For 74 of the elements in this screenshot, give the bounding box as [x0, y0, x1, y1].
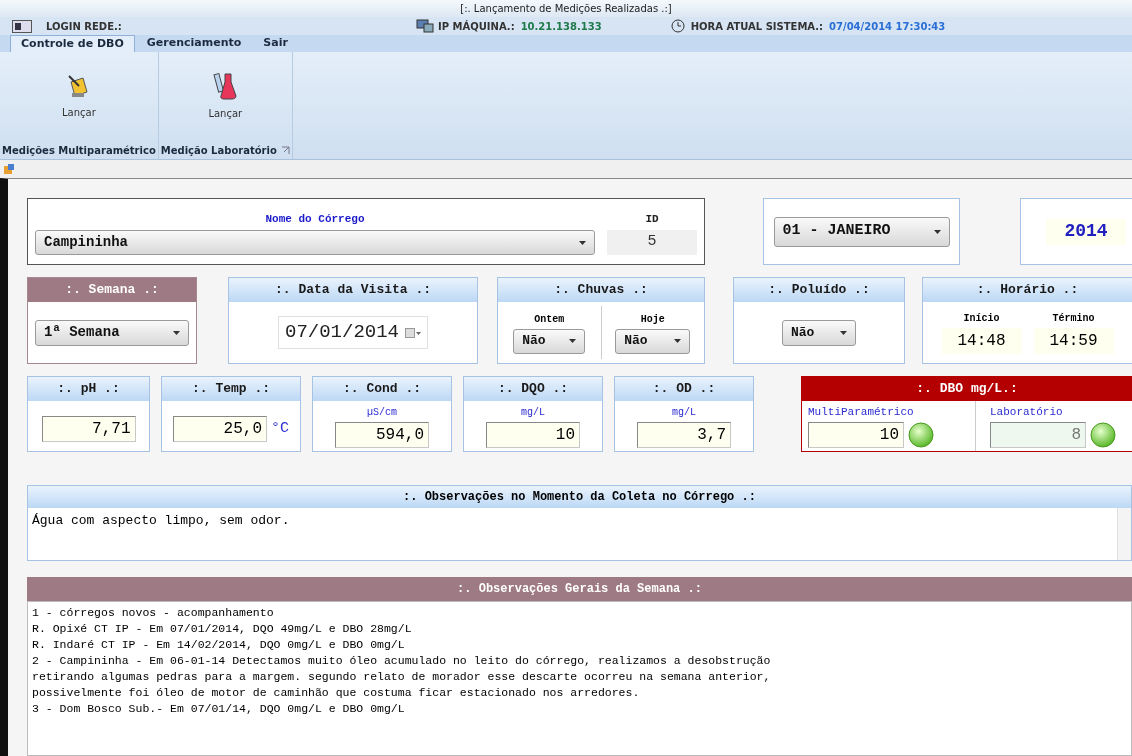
end-label: Término [1052, 312, 1095, 326]
dropdown-caret-icon [933, 229, 941, 234]
pencil-cup-icon [66, 73, 91, 99]
polluted-dropdown[interactable]: Não [782, 319, 856, 346]
laboratory-label: Laboratório [990, 404, 1064, 420]
panel-header: :. Chuvas .: [498, 278, 704, 302]
panel-header: :. Poluído .: [734, 278, 904, 302]
end-time-field[interactable]: 14:59 [1033, 328, 1114, 354]
computer-icon [416, 19, 434, 33]
ribbon-group-label: Medições Multiparamétrico [2, 143, 156, 158]
login-label: LOGIN REDE.: [46, 19, 123, 34]
id-label: ID [645, 211, 659, 227]
clock-icon [670, 19, 685, 33]
dropdown-caret-icon [840, 330, 847, 335]
unit-label: mg/L [672, 405, 696, 420]
dialog-launcher-icon[interactable] [280, 145, 290, 155]
year-field[interactable]: 2014 [1046, 218, 1126, 245]
today-rain-dropdown[interactable]: Não [615, 328, 691, 354]
ribbon-tab[interactable]: Gerenciamento [136, 35, 252, 52]
panel-header: :. Observações no Momento da Coleta no Córrego .: [28, 486, 1131, 508]
unit-label: °C [271, 418, 289, 439]
today-label: Hoje [640, 312, 665, 327]
measure-field[interactable]: 594,0 [335, 421, 429, 448]
panel-header: :. pH .: [28, 377, 149, 401]
dropdown-caret-icon [579, 240, 586, 245]
panel-header: :. DQO .: [464, 377, 602, 401]
panel-header: :. Temp .: [162, 377, 300, 401]
time-value: 07/04/2014 17:30:43 [829, 19, 946, 34]
dropdown-caret-icon [173, 330, 180, 335]
start-time-field[interactable]: 14:48 [941, 328, 1022, 354]
measure-field[interactable]: 10 [486, 421, 580, 448]
panel-header: :. DBO mg/L.: [802, 377, 1132, 401]
window-title: [:. Lançamento de Medições Realizadas .:] [0, 0, 1132, 17]
measure-field[interactable]: 3,7 [637, 421, 731, 448]
yesterday-rain-dropdown[interactable]: Não [513, 328, 586, 354]
observations-textarea[interactable]: Água com aspecto limpo, sem odor. [28, 508, 1117, 560]
start-label: Início [963, 312, 1000, 326]
ribbon-tab[interactable]: Controle de DBO [10, 35, 135, 52]
status-light-icon [908, 422, 934, 449]
id-field: 5 [607, 230, 697, 255]
ip-label: IP MÁQUINA.: [438, 19, 515, 34]
yesterday-label: Ontem [534, 312, 565, 327]
panel-header: :. OD .: [615, 377, 753, 401]
week-dropdown[interactable]: 1ª Semana [35, 319, 189, 346]
multiparameter-label: MultiParamétrico [808, 404, 915, 420]
form-icon [3, 163, 15, 175]
panel-header: :. Semana .: [28, 278, 196, 302]
panel-header: :. Data da Visita .: [229, 278, 477, 302]
launch-button[interactable]: Lançar [0, 52, 158, 141]
date-picker[interactable]: 07/01/2014 [278, 316, 428, 349]
scrollbar[interactable] [1117, 508, 1131, 560]
dropdown-caret-icon [674, 339, 682, 343]
panel-header: :. Observações Gerais da Semana .: [27, 577, 1132, 601]
panel-header: :. Horário .: [923, 278, 1132, 302]
ip-value: 10.21.138.133 [520, 19, 603, 34]
calendar-dropdown-icon [405, 327, 421, 338]
ribbon-group-label: Medição Laboratório [160, 143, 277, 158]
panel-header: :. Cond .: [313, 377, 451, 401]
ribbon-tab[interactable]: Sair [253, 35, 298, 52]
stream-dropdown[interactable]: Campininha [35, 230, 595, 255]
measure-field[interactable]: 25,0 [173, 416, 267, 442]
status-light-icon [1090, 422, 1116, 449]
notes-textarea[interactable]: 1 - córregos novos - acompanhamento R. Opixé CT IP - Em 07/01/2014, DQO 49mg/L e DBO 28mg/L R. Indaré CT IP - Em 14/02/2014, DQO 0mg/L e DBO 0mg/L 2 - Campininha - Em 06-01-14 Detectamos muito óleo acumulado no leito do córrego, realizamos a desobstrução retirando algumas pedras para a margem. segundo relato de morador esse descarte ocorreu na semana anterior, possivelmente foi óleo de motor de caminhão que costuma ficar estacionado nos arredores. 3 - Dom Bosco Sub.- Em 07/01/14, DQO 0mg/L e DBO 0mg/L [27, 601, 1132, 756]
flask-icon [213, 72, 238, 100]
launch-button[interactable]: Lançar [158, 52, 292, 141]
multiparameter-field[interactable]: 10 [808, 422, 904, 449]
month-dropdown[interactable]: 01 - JANEIRO [773, 216, 950, 247]
unit-label: µS/cm [367, 405, 397, 420]
measure-field[interactable]: 7,71 [41, 416, 136, 442]
dropdown-caret-icon [569, 339, 577, 343]
unit-label: mg/L [521, 405, 545, 420]
time-label: HORA ATUAL SISTEMA.: [690, 19, 824, 34]
stream-label: Nome do Córrego [265, 211, 365, 227]
laboratory-field[interactable]: 8 [990, 422, 1086, 449]
